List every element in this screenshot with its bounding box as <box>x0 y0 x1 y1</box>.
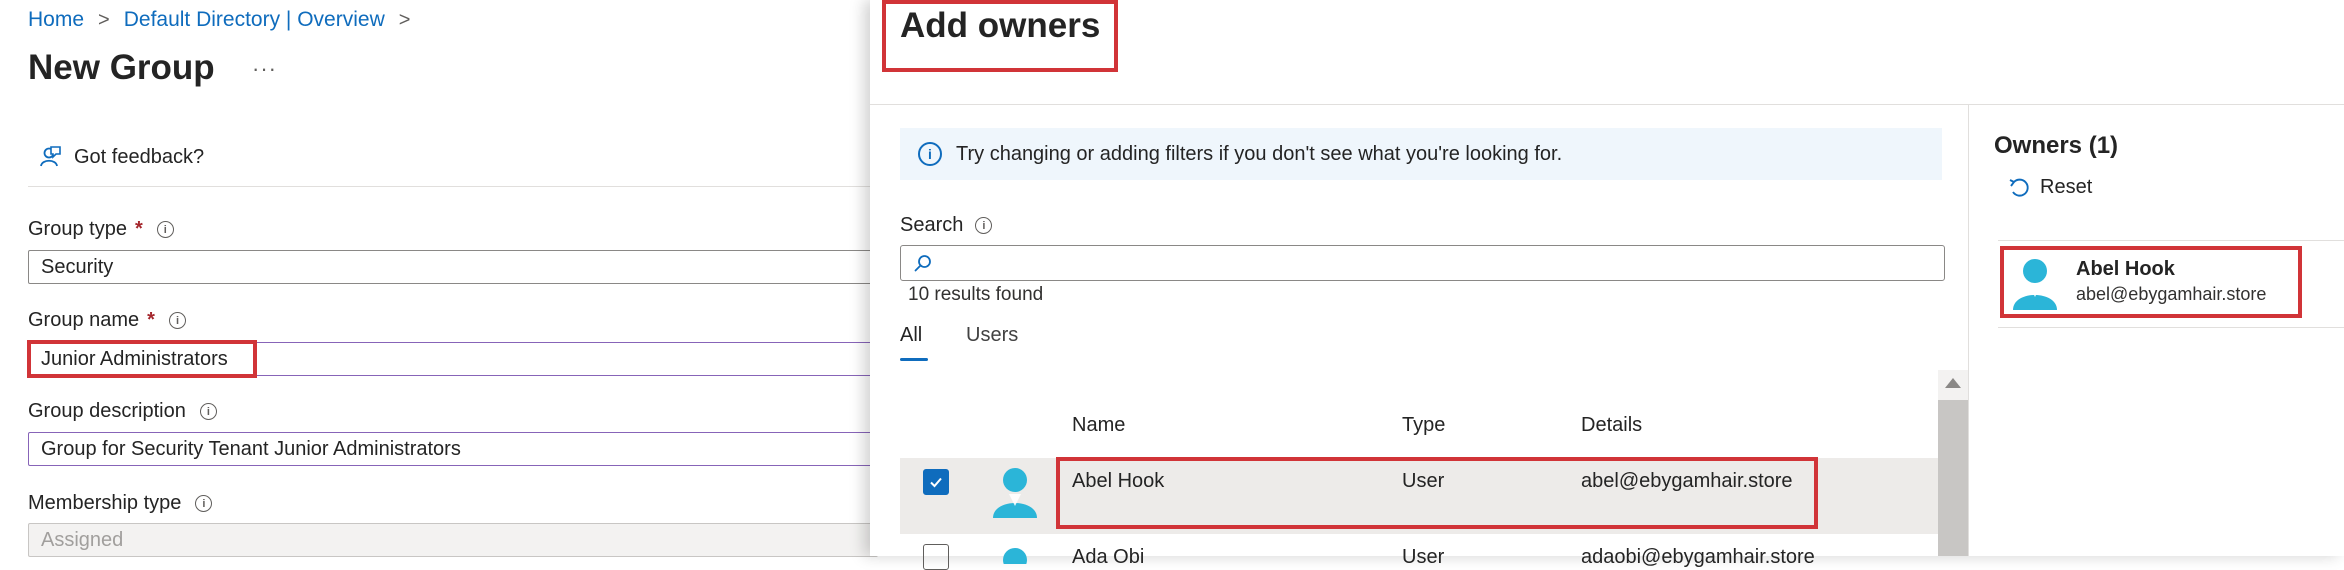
highlight-box <box>2000 246 2302 318</box>
highlight-box <box>1056 457 1818 529</box>
search-icon <box>914 255 931 272</box>
results-count: 10 results found <box>908 284 1044 305</box>
breadcrumb: Home > Default Directory | Overview > <box>28 8 410 32</box>
group-description-input[interactable]: Group for Security Tenant Junior Adminis… <box>28 432 878 466</box>
highlight-box <box>27 340 257 378</box>
group-type-select[interactable]: Security <box>28 250 878 284</box>
add-owners-panel: Add owners i Try changing or adding filt… <box>870 0 2344 570</box>
row-checkbox[interactable] <box>923 469 949 495</box>
search-input[interactable] <box>900 245 1945 281</box>
owners-title: Owners (1) <box>1994 132 2119 159</box>
membership-type-select: Assigned <box>28 523 878 557</box>
info-banner: i Try changing or adding filters if you … <box>900 128 1942 180</box>
feedback-label: Got feedback? <box>74 145 205 168</box>
active-tab-indicator <box>900 358 928 361</box>
undo-icon <box>2009 178 2029 197</box>
user-avatar-icon <box>1003 548 1027 564</box>
user-avatar-icon <box>993 468 1037 518</box>
pane-divider <box>1968 104 1969 556</box>
feedback-button[interactable]: Got feedback? <box>36 144 204 170</box>
info-icon[interactable]: i <box>195 495 213 512</box>
row-type: User <box>1402 546 1445 568</box>
reset-label: Reset <box>2040 176 2093 198</box>
scroll-up-arrow-icon[interactable] <box>1945 378 1961 388</box>
info-icon[interactable]: i <box>199 403 217 420</box>
chevron-right-icon: > <box>98 8 110 31</box>
info-banner-text: Try changing or adding filters if you do… <box>956 142 1563 165</box>
search-label: Search i <box>900 214 993 237</box>
info-icon[interactable]: i <box>156 221 174 238</box>
breadcrumb-directory[interactable]: Default Directory | Overview <box>124 8 385 32</box>
divider <box>28 186 874 187</box>
highlight-box <box>882 0 1118 72</box>
info-icon[interactable]: i <box>168 312 186 329</box>
checkmark-icon <box>930 477 942 488</box>
row-checkbox[interactable] <box>923 544 949 570</box>
membership-type-label: Membership type i <box>28 492 213 515</box>
divider <box>870 104 2344 105</box>
chevron-right-icon: > <box>398 8 411 31</box>
info-icon: i <box>918 142 942 166</box>
group-type-label: Group type * i <box>28 218 174 241</box>
tab-all[interactable]: All <box>900 324 922 347</box>
tab-users[interactable]: Users <box>966 324 1018 347</box>
row-details: adaobi@ebygamhair.store <box>1581 546 1815 568</box>
page-title: New Group <box>28 48 215 87</box>
more-options-button[interactable]: ··· <box>252 56 277 82</box>
scrollbar-thumb[interactable] <box>1938 400 1968 556</box>
column-header-name[interactable]: Name <box>1072 414 1125 437</box>
required-asterisk: * <box>134 218 143 240</box>
row-name: Ada Obi <box>1072 546 1145 568</box>
feedback-icon <box>40 146 61 167</box>
info-icon[interactable]: i <box>975 217 993 234</box>
group-description-label: Group description i <box>28 400 217 423</box>
breadcrumb-home[interactable]: Home <box>28 8 84 32</box>
group-name-label: Group name * i <box>28 309 186 332</box>
required-asterisk: * <box>147 309 155 331</box>
column-header-details[interactable]: Details <box>1581 414 1642 437</box>
reset-button[interactable]: Reset <box>2008 176 2092 199</box>
column-header-type[interactable]: Type <box>1402 414 1445 437</box>
